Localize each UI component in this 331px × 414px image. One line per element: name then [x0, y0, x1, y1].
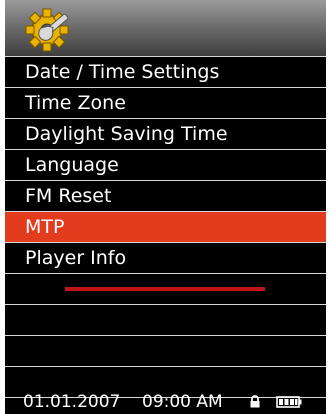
- menu-item-label: Time Zone: [25, 92, 126, 114]
- menu-item-daylight-saving-time[interactable]: Daylight Saving Time: [5, 118, 326, 149]
- menu-item-label: Date / Time Settings: [25, 61, 220, 83]
- status-time: 09:00 AM: [142, 392, 223, 412]
- settings-gear-wrench-icon: [25, 8, 69, 52]
- status-date: 01.01.2007: [23, 392, 121, 412]
- status-bar: 01.01.2007 09:00 AM: [5, 390, 326, 414]
- menu-item-label: FM Reset: [25, 185, 112, 207]
- menu-item-date-time-settings[interactable]: Date / Time Settings: [5, 56, 326, 87]
- menu-item-label: Daylight Saving Time: [25, 123, 228, 145]
- settings-header: [5, 0, 326, 56]
- empty-menu-row: [5, 335, 326, 366]
- empty-menu-row: [5, 304, 326, 335]
- menu-item-language[interactable]: Language: [5, 149, 326, 180]
- empty-menu-row: [5, 273, 326, 304]
- battery-icon: [276, 396, 302, 408]
- menu-item-label: Language: [25, 154, 119, 176]
- lock-icon: [250, 395, 260, 408]
- settings-menu: Date / Time Settings Time Zone Daylight …: [5, 56, 326, 414]
- menu-item-label: Player Info: [25, 247, 127, 269]
- device-screen: Date / Time Settings Time Zone Daylight …: [5, 0, 326, 414]
- menu-item-player-info[interactable]: Player Info: [5, 242, 326, 273]
- menu-item-mtp[interactable]: MTP: [5, 211, 326, 242]
- menu-item-fm-reset[interactable]: FM Reset: [5, 180, 326, 211]
- menu-item-time-zone[interactable]: Time Zone: [5, 87, 326, 118]
- scroll-indicator-line: [5, 274, 326, 304]
- menu-item-label: MTP: [25, 216, 65, 238]
